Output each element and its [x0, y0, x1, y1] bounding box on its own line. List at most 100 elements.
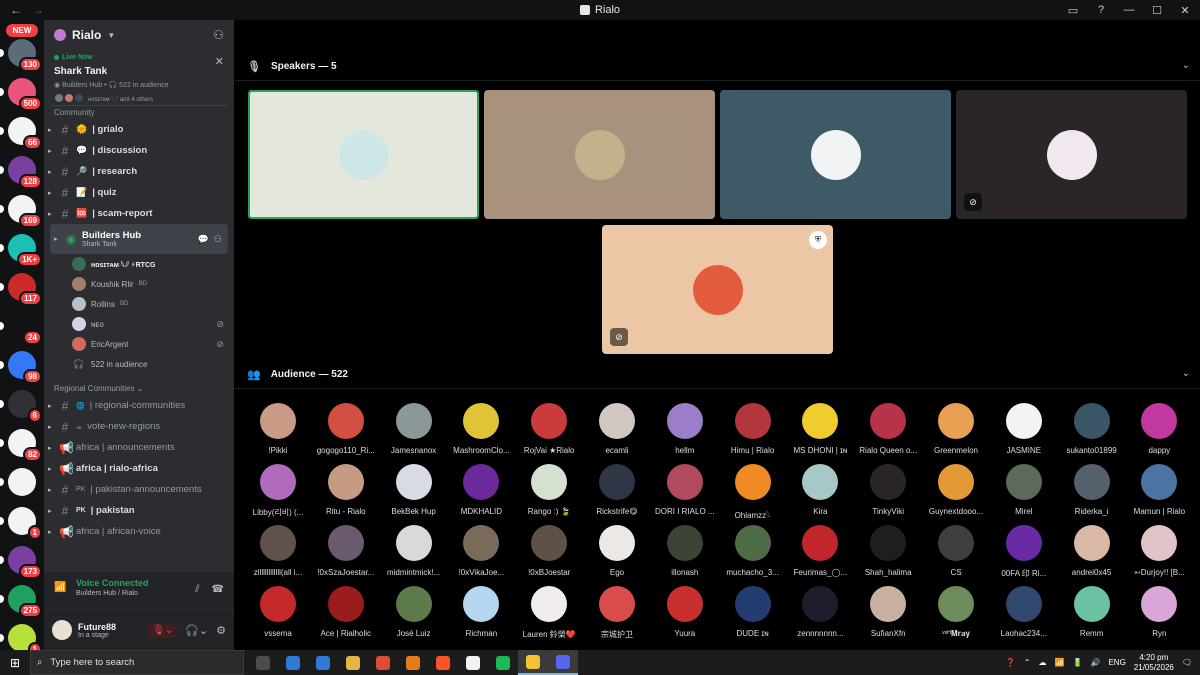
server-icon[interactable]: 173 — [0, 546, 42, 579]
gear-icon[interactable]: ⚙ — [216, 624, 226, 637]
audience-member[interactable]: gogogo110_Ri... — [312, 403, 380, 455]
server-icon[interactable]: 169 — [0, 195, 42, 228]
audience-member[interactable]: 00FA 印 Ri... — [990, 525, 1058, 579]
category-regional[interactable]: Regional Communities ⌄ — [44, 382, 234, 395]
audience-member[interactable]: zennnnnnn... — [786, 586, 854, 638]
audience-member[interactable]: midmintmick!... — [380, 525, 448, 577]
forward-arrow-icon[interactable]: → — [32, 3, 44, 17]
audience-member[interactable]: Lauren 鈴榮❤️ — [515, 586, 583, 640]
audience-member[interactable]: Feurimas_◯... — [786, 525, 854, 577]
taskbar-app-icon[interactable] — [338, 650, 368, 675]
noise-suppression-icon[interactable]: ⫽ — [195, 584, 199, 595]
audience-member[interactable]: DUDE ɪɴ — [719, 586, 787, 638]
taskbar-app-icon[interactable] — [458, 650, 488, 675]
audience-member[interactable]: ecamli — [583, 403, 651, 455]
taskbar-app-icon[interactable] — [248, 650, 278, 675]
back-arrow-icon[interactable]: ← — [10, 3, 22, 17]
audience-member[interactable]: Rickstrife😋 — [583, 464, 651, 516]
server-icon[interactable]: 130 — [0, 39, 42, 72]
channel-item[interactable]: ▸ 📢 africa | announcements — [44, 437, 234, 458]
audience-member[interactable]: Guynextdooo... — [922, 464, 990, 516]
audience-member[interactable]: Richman — [447, 586, 515, 638]
taskbar-app-icon[interactable] — [548, 650, 578, 675]
taskbar-search[interactable]: ⌕ Type here to search — [30, 650, 244, 675]
stage-member[interactable]: Koushik Ɍlir BD — [44, 274, 234, 294]
channel-item[interactable]: ▸ # ☕ vote-new-regions — [44, 416, 234, 437]
channel-item[interactable]: ▸ 📢 africa | african-voice — [44, 521, 234, 542]
audience-member[interactable]: Ego — [583, 525, 651, 577]
speaker-tile[interactable]: ⊘ — [956, 90, 1187, 219]
channel-item[interactable]: ▸ 📢 africa | rialo-africa — [44, 458, 234, 479]
server-icon[interactable]: 500 — [0, 78, 42, 111]
audience-member[interactable]: Jamesnanox — [380, 403, 448, 455]
channel-item[interactable]: ▸ # 🔎 | research — [44, 161, 234, 182]
audience-member[interactable]: 宗城护卫 — [583, 586, 651, 640]
channel-item[interactable]: ▸ # 🌐 | regional-communities — [44, 395, 234, 416]
audience-member[interactable]: Ryn — [1125, 586, 1193, 638]
cloud-icon[interactable]: ☁ — [1039, 658, 1047, 667]
stage-member[interactable]: ɴᴇᴏ ⊘ — [44, 314, 234, 334]
audience-member[interactable]: Kira — [786, 464, 854, 516]
live-now-card[interactable]: Live Now ✕ Shark Tank ◉ Builders Hub • 🎧… — [50, 50, 228, 106]
audience-member[interactable]: Himu | Rialo — [719, 403, 787, 455]
audience-member[interactable]: ➳Durjoy!! [B... — [1125, 525, 1193, 577]
audience-member[interactable]: José Luiz — [380, 586, 448, 638]
audience-member[interactable]: MashroomClo... — [447, 403, 515, 455]
audience-member[interactable]: Ace | Rialholic — [312, 586, 380, 638]
server-icon[interactable]: 66 — [0, 117, 42, 150]
channel-item[interactable]: ▸ # 🆘 | scam-report — [44, 203, 234, 224]
audience-member[interactable]: zlllllllllllll(all i... — [244, 525, 312, 577]
speaker-icon[interactable]: 🔊 — [1090, 658, 1100, 667]
help-icon[interactable]: ❓ — [1006, 658, 1016, 667]
audience-member[interactable]: !0xVikaJoe... — [447, 525, 515, 577]
audience-member[interactable]: Libby(리비) (... — [244, 464, 312, 518]
taskbar-app-icon[interactable] — [308, 650, 338, 675]
language-indicator[interactable]: ENG — [1108, 658, 1125, 667]
server-icon[interactable]: 24 — [0, 312, 42, 345]
close-icon[interactable]: ✕ — [215, 55, 224, 68]
server-icon[interactable]: 1K+ — [0, 234, 42, 267]
server-icon[interactable] — [0, 468, 36, 496]
channel-item[interactable]: ▸ # 📝 | quiz — [44, 182, 234, 203]
audience-member[interactable]: MDKHALID — [447, 464, 515, 516]
audience-member[interactable]: Remm — [1058, 586, 1126, 638]
add-user-icon[interactable]: ⚇ — [214, 234, 222, 245]
speaker-tile[interactable] — [720, 90, 951, 219]
disconnect-icon[interactable]: ☎ — [212, 584, 224, 595]
audience-count-row[interactable]: 🎧 522 in audience — [44, 354, 234, 374]
close-button[interactable]: ✕ — [1178, 4, 1192, 17]
maximize-button[interactable]: ☐ — [1150, 4, 1164, 17]
audience-member[interactable]: CS — [922, 525, 990, 577]
server-header[interactable]: Rialo ▼ ⚇ — [44, 20, 234, 50]
audience-member[interactable]: vssema — [244, 586, 312, 638]
audience-member[interactable]: ᵛˢᴴ𝐌𝐫𝐚𝐲 — [922, 586, 990, 639]
headphones-icon[interactable]: 🎧⌄ — [185, 624, 208, 637]
mic-muted-icon[interactable]: 🎙⌄ — [148, 622, 178, 638]
audience-member[interactable]: !0xBJoestar — [515, 525, 583, 577]
audience-member[interactable]: illonash — [651, 525, 719, 577]
channel-item[interactable]: ▸ # 💬 | discussion — [44, 140, 234, 161]
category-community[interactable]: Community — [44, 106, 234, 119]
server-icon[interactable]: 128 — [0, 156, 42, 189]
battery-icon[interactable]: 🔋 — [1073, 658, 1083, 667]
audience-member[interactable]: dappy — [1125, 403, 1193, 455]
inbox-icon[interactable]: ▭ — [1066, 4, 1080, 17]
minimize-button[interactable]: — — [1122, 4, 1136, 16]
chevron-up-icon[interactable]: ⌃ — [1024, 658, 1031, 667]
audience-member[interactable]: Laohac234... — [990, 586, 1058, 638]
clock[interactable]: 4:20 pm 21/05/2026 — [1134, 653, 1174, 673]
stage-member[interactable]: EricArgent ⊘ — [44, 334, 234, 354]
audience-member[interactable]: andrei0x45 — [1058, 525, 1126, 577]
server-icon[interactable]: 82 — [0, 429, 42, 462]
audience-member[interactable]: Rialo Queen o... — [854, 403, 922, 455]
audience-member[interactable]: Yuura — [651, 586, 719, 638]
taskbar-app-icon[interactable] — [398, 650, 428, 675]
taskbar-app-icon[interactable] — [518, 650, 548, 675]
audience-member[interactable]: RojVai ★Rialo — [515, 403, 583, 455]
audience-member[interactable]: sukanto01899 — [1058, 403, 1126, 455]
avatar[interactable] — [52, 620, 72, 640]
audience-member[interactable]: Ritu - Rialo — [312, 464, 380, 516]
windows-start-icon[interactable]: ⊞ — [0, 656, 30, 670]
audience-member[interactable]: BekBek Hup — [380, 464, 448, 516]
taskbar-app-icon[interactable] — [278, 650, 308, 675]
